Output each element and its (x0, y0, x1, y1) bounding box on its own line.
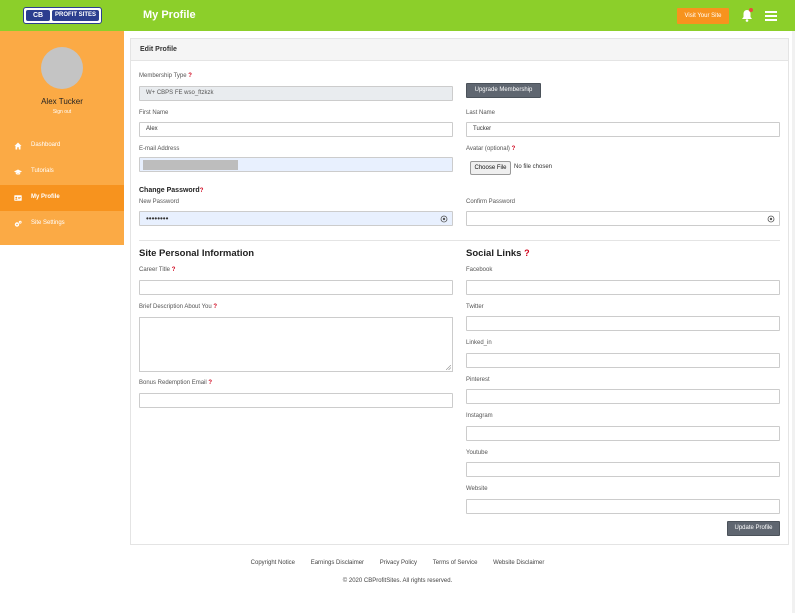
update-profile-button[interactable]: Update Profile (727, 521, 780, 536)
pinterest-label: Pinterest (466, 377, 490, 383)
sidebar-item-my-profile[interactable]: My Profile (0, 185, 124, 211)
logo-text: PROFIT SITES (52, 10, 100, 21)
hamburger-menu-icon[interactable] (765, 11, 777, 21)
visit-site-button[interactable]: Visit Your Site (677, 8, 729, 24)
sidebar-nav: Dashboard Tutorials My Profile Site Sett… (0, 133, 124, 237)
help-icon[interactable]: ? (213, 304, 217, 310)
youtube-label: Youtube (466, 450, 488, 456)
password-dots: •••••••• (146, 214, 169, 223)
site-info-title: Site Personal Information (139, 248, 255, 259)
sidebar: Alex Tucker Sign out Dashboard Tutorials… (0, 31, 124, 245)
sidebar-item-label: My Profile (31, 194, 60, 200)
id-card-icon (14, 195, 22, 201)
label-text: Avatar (optional) (466, 146, 510, 152)
home-icon (14, 142, 22, 150)
footer-link-privacy[interactable]: Privacy Policy (380, 560, 417, 566)
title-text: Social Links (466, 248, 522, 259)
title-text: Change Password (139, 187, 200, 194)
sidebar-item-tutorials[interactable]: Tutorials (0, 159, 124, 185)
avatar-label: Avatar (optional) ? (466, 146, 515, 152)
brief-description-textarea[interactable] (139, 317, 453, 372)
facebook-input[interactable] (466, 280, 780, 295)
linkedin-input[interactable] (466, 353, 780, 368)
sidebar-item-label: Site Settings (31, 220, 65, 226)
copyright-text: © 2020 CBProfitSites. All rights reserve… (342, 578, 453, 584)
last-name-label: Last Name (466, 110, 496, 116)
help-icon[interactable]: ? (512, 146, 516, 152)
brand-logo[interactable]: CB PROFIT SITES (23, 7, 102, 24)
label-text: Brief Description About You (139, 304, 212, 310)
logo-mark: CB (26, 10, 50, 21)
bonus-email-input[interactable] (139, 393, 453, 408)
resize-handle-icon[interactable] (446, 365, 451, 370)
eye-icon[interactable] (440, 215, 448, 223)
first-name-label: First Name (139, 110, 169, 116)
footer-links: Copyright Notice Earnings Disclaimer Pri… (0, 560, 795, 566)
twitter-input[interactable] (466, 316, 780, 331)
change-password-title: Change Password? (139, 187, 203, 194)
last-name-input[interactable]: Tucker (466, 122, 780, 137)
first-name-input[interactable]: Alex (139, 122, 453, 137)
sidebar-item-site-settings[interactable]: Site Settings (0, 211, 124, 237)
avatar (41, 47, 83, 89)
pinterest-input[interactable] (466, 389, 780, 404)
youtube-input[interactable] (466, 462, 780, 477)
footer-link-website-disclaimer[interactable]: Website Disclaimer (493, 560, 544, 566)
linkedin-label: Linked_in (466, 340, 492, 346)
logo-area: CB PROFIT SITES (0, 0, 124, 31)
cogs-icon (14, 220, 22, 227)
brief-description-label: Brief Description About You ? (139, 304, 217, 310)
instagram-input[interactable] (466, 426, 780, 441)
new-password-input[interactable]: •••••••• (139, 211, 453, 226)
label-text: Bonus Redemption Email (139, 380, 207, 386)
email-label: E-mail Address (139, 146, 180, 152)
label-text: Membership Type (139, 73, 187, 79)
no-file-chosen-text: No file chosen (514, 164, 553, 170)
section-divider (139, 240, 780, 241)
confirm-password-input[interactable] (466, 211, 780, 226)
help-icon[interactable]: ? (172, 267, 176, 273)
membership-type-label: Membership Type ? (139, 73, 192, 79)
website-input[interactable] (466, 499, 780, 514)
career-title-label: Career Title ? (139, 267, 175, 273)
email-input[interactable] (139, 157, 453, 172)
choose-file-button[interactable]: Choose File (470, 161, 511, 175)
sidebar-item-label: Dashboard (31, 142, 61, 148)
eye-icon[interactable] (767, 215, 775, 223)
footer-link-copyright[interactable]: Copyright Notice (251, 560, 295, 566)
help-icon[interactable]: ? (208, 380, 212, 386)
website-label: Website (466, 486, 488, 492)
facebook-label: Facebook (466, 267, 493, 273)
sidebar-item-dashboard[interactable]: Dashboard (0, 133, 124, 159)
new-password-label: New Password (139, 199, 180, 205)
redacted-email (143, 160, 238, 170)
help-icon[interactable]: ? (188, 73, 192, 79)
user-name: Alex Tucker (41, 97, 83, 106)
social-links-title: Social Links ? (466, 248, 530, 259)
sidebar-item-label: Tutorials (31, 168, 54, 174)
footer-link-earnings[interactable]: Earnings Disclaimer (311, 560, 364, 566)
card-title: Edit Profile (131, 39, 788, 61)
footer-link-terms[interactable]: Terms of Service (433, 560, 478, 566)
help-icon[interactable]: ? (200, 188, 204, 194)
upgrade-membership-button[interactable]: Upgrade Membership (466, 83, 541, 98)
career-title-input[interactable] (139, 280, 453, 295)
page-title: My Profile (143, 9, 196, 21)
membership-type-field: W+ CBPS FE wso_ftzkzk (139, 86, 453, 101)
twitter-label: Twitter (466, 304, 484, 310)
help-icon[interactable]: ? (524, 248, 530, 258)
sign-out-link[interactable]: Sign out (0, 109, 124, 115)
bonus-email-label: Bonus Redemption Email ? (139, 380, 212, 386)
instagram-label: Instagram (466, 413, 493, 419)
label-text: Career Title (139, 267, 171, 273)
confirm-password-label: Confirm Password (466, 199, 516, 205)
notification-dot (749, 8, 753, 12)
graduation-cap-icon (14, 169, 22, 175)
